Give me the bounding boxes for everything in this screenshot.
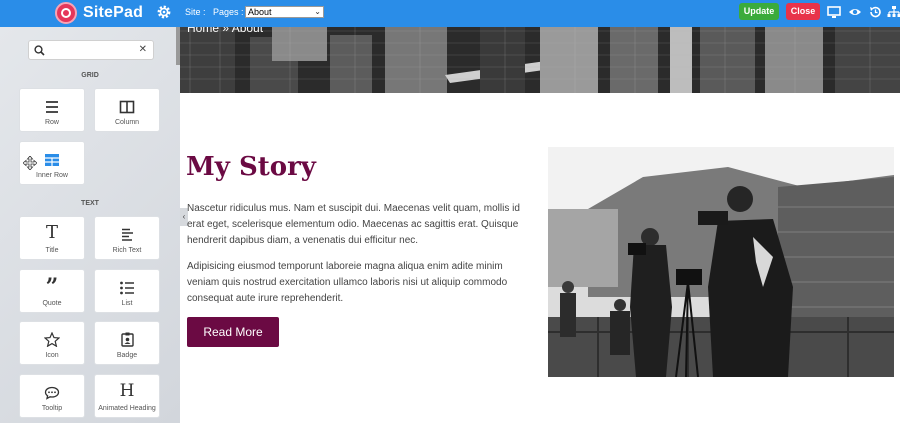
page-title: My Story	[186, 152, 316, 182]
widget-badge[interactable]: Badge	[94, 321, 160, 365]
story-paragraph-2: Adipisicing eiusmod temporunt laboreie m…	[187, 261, 508, 304]
quote-icon: ”	[45, 274, 59, 300]
story-image	[548, 147, 894, 377]
pages-label: Pages :	[213, 7, 244, 17]
pages-select-value: About	[248, 7, 272, 17]
list-icon	[120, 281, 134, 295]
history-icon[interactable]	[868, 5, 882, 19]
widget-label: Rich Text	[112, 247, 142, 254]
story-photo	[548, 147, 894, 377]
widget-icon[interactable]: Icon	[19, 321, 85, 365]
star-icon	[44, 332, 60, 347]
rich-text-icon	[122, 228, 133, 241]
widget-label: Tooltip	[41, 405, 63, 412]
widget-rich-text[interactable]: Rich Text	[94, 216, 160, 260]
widget-tooltip[interactable]: Tooltip	[19, 374, 85, 418]
site-label: Site :	[185, 7, 206, 17]
search-input[interactable]: ✕	[28, 40, 154, 60]
eye-icon[interactable]	[848, 5, 862, 19]
title-icon: T	[45, 222, 58, 243]
inner-row-icon	[45, 154, 59, 166]
widget-quote[interactable]: ” Quote	[19, 269, 85, 313]
widget-label: Animated Heading	[98, 405, 156, 412]
breadcrumb: Home » About	[187, 27, 264, 35]
update-button[interactable]: Update	[739, 3, 779, 20]
widget-title[interactable]: T Title	[19, 216, 85, 260]
close-button[interactable]: Close	[786, 3, 820, 20]
clear-search-icon[interactable]: ✕	[139, 44, 147, 55]
widget-label: Badge	[116, 352, 138, 359]
section-title-grid: GRID	[81, 72, 99, 79]
widget-row[interactable]: Row	[19, 88, 85, 132]
widget-column[interactable]: Column	[94, 88, 160, 132]
widget-sidebar: ✕ GRID Row Column Inner Row TEXT T Title…	[0, 27, 180, 423]
sitepad-logo-icon	[55, 2, 77, 24]
gear-icon[interactable]	[156, 4, 172, 20]
sitemap-icon[interactable]	[887, 5, 900, 19]
badge-icon	[120, 332, 134, 347]
widget-label: Icon	[45, 352, 59, 359]
widget-list[interactable]: List	[94, 269, 160, 313]
row-icon	[46, 101, 58, 113]
widget-label: Quote	[42, 300, 62, 307]
widget-label: Inner Row	[36, 172, 68, 179]
move-cursor-icon	[23, 156, 37, 170]
top-toolbar: SitePad Site : Pages : About ⌄ Update Cl…	[0, 0, 900, 27]
animated-heading-icon: H	[119, 381, 135, 401]
read-more-button[interactable]: Read More	[187, 317, 279, 347]
logo-text: SitePad	[83, 4, 144, 21]
hero-banner: Home » About	[180, 27, 900, 93]
hero-image	[180, 27, 900, 93]
section-title-text: TEXT	[81, 200, 99, 207]
search-icon	[34, 45, 45, 56]
pages-select[interactable]: About ⌄	[245, 6, 324, 18]
widget-label: Title	[45, 247, 59, 254]
widget-animated-heading[interactable]: H Animated Heading	[94, 374, 160, 418]
tooltip-icon	[44, 386, 60, 400]
widget-label: Column	[114, 119, 140, 126]
chevron-down-icon: ⌄	[314, 7, 321, 16]
column-icon	[119, 100, 135, 114]
widget-label: List	[121, 300, 133, 307]
story-paragraph-1: Nascetur ridiculus mus. Nam et suscipit …	[187, 203, 520, 246]
sitepad-logo: SitePad	[55, 2, 143, 24]
desktop-icon[interactable]	[827, 5, 841, 19]
chevron-left-icon: ‹	[182, 212, 186, 221]
widget-label: Row	[44, 119, 59, 126]
